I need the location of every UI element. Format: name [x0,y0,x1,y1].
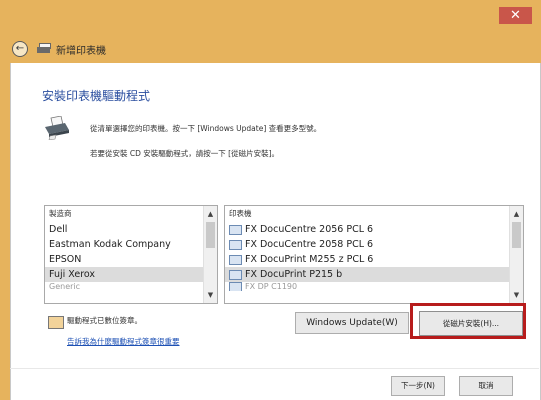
description-line-1: 從清單選擇您的印表機。按一下 [Windows Update] 查看更多型號。 [90,124,322,133]
printer-list-header[interactable]: 印表機 [225,206,523,222]
scroll-up-icon[interactable]: ▲ [204,208,217,220]
printer-scrollbar[interactable]: ▲ ▼ [509,206,523,303]
printer-icon [37,43,51,55]
page-heading: 安裝印表機驅動程式 [42,89,151,103]
cancel-button[interactable]: 取消 [459,376,513,396]
scroll-thumb[interactable] [512,222,521,248]
list-item[interactable]: FX DocuCentre 2058 PCL 6 [225,237,523,252]
printer-icon [229,239,242,250]
list-item[interactable]: FX DP C1190 [225,282,523,291]
list-item[interactable]: FX DocuPrint M255 z PCL 6 [225,252,523,267]
printer-model-label: FX DocuPrint P215 b [245,269,343,280]
list-item[interactable]: FX DocuCentre 2056 PCL 6 [225,222,523,237]
add-printer-window: ✕ ← 新增印表機 安裝印表機驅動程式 從清單選擇您的印表機。按一下 [Wind… [0,0,541,400]
printer-model-label: FX DP C1190 [245,282,298,291]
printer-icon [229,224,242,235]
list-item[interactable]: Eastman Kodak Company [45,237,217,252]
printer-icon [229,282,242,291]
scroll-down-icon[interactable]: ▼ [510,289,523,301]
list-item-selected[interactable]: Fuji Xerox [45,267,217,282]
manufacturer-list[interactable]: 製造商 Dell Eastman Kodak Company EPSON Fuj… [44,205,218,304]
signing-info-link[interactable]: 告訴我為什麼驅動程式簽章很重要 [67,336,180,347]
printer-icon [229,269,242,280]
list-item[interactable]: Dell [45,222,217,237]
manufacturer-scrollbar[interactable]: ▲ ▼ [203,206,217,303]
printer-model-list[interactable]: 印表機 FX DocuCentre 2056 PCL 6 FX DocuCent… [224,205,524,304]
description-line-2: 若要從安裝 CD 安裝驅動程式，請按一下 [從磁片安裝]。 [90,149,280,158]
printer-model-label: FX DocuCentre 2056 PCL 6 [245,224,374,235]
printer-icon [229,254,242,265]
scroll-thumb[interactable] [206,222,215,248]
back-arrow-icon[interactable]: ← [12,41,28,57]
footer-divider [10,368,539,369]
scroll-down-icon[interactable]: ▼ [204,289,217,301]
navigation-bar: ← 新增印表機 [12,38,106,60]
have-disk-button[interactable]: 從磁片安裝(H)... [419,311,523,336]
close-button[interactable]: ✕ [499,7,532,24]
next-button[interactable]: 下一步(N) [391,376,445,396]
windows-update-button[interactable]: Windows Update(W) [295,312,409,334]
printer-model-label: FX DocuPrint M255 z PCL 6 [245,254,374,265]
list-item[interactable]: Generic [45,282,217,291]
printer-model-label: FX DocuCentre 2058 PCL 6 [245,239,374,250]
list-item[interactable]: EPSON [45,252,217,267]
scroll-up-icon[interactable]: ▲ [510,208,523,220]
list-item-selected[interactable]: FX DocuPrint P215 b [225,267,523,282]
wizard-title: 新增印表機 [56,45,106,57]
manufacturer-list-header[interactable]: 製造商 [45,206,217,222]
signed-driver-icon [48,316,64,329]
signed-status-text: 驅動程式已數位簽章。 [67,316,142,325]
printer-driver-icon [45,116,69,140]
